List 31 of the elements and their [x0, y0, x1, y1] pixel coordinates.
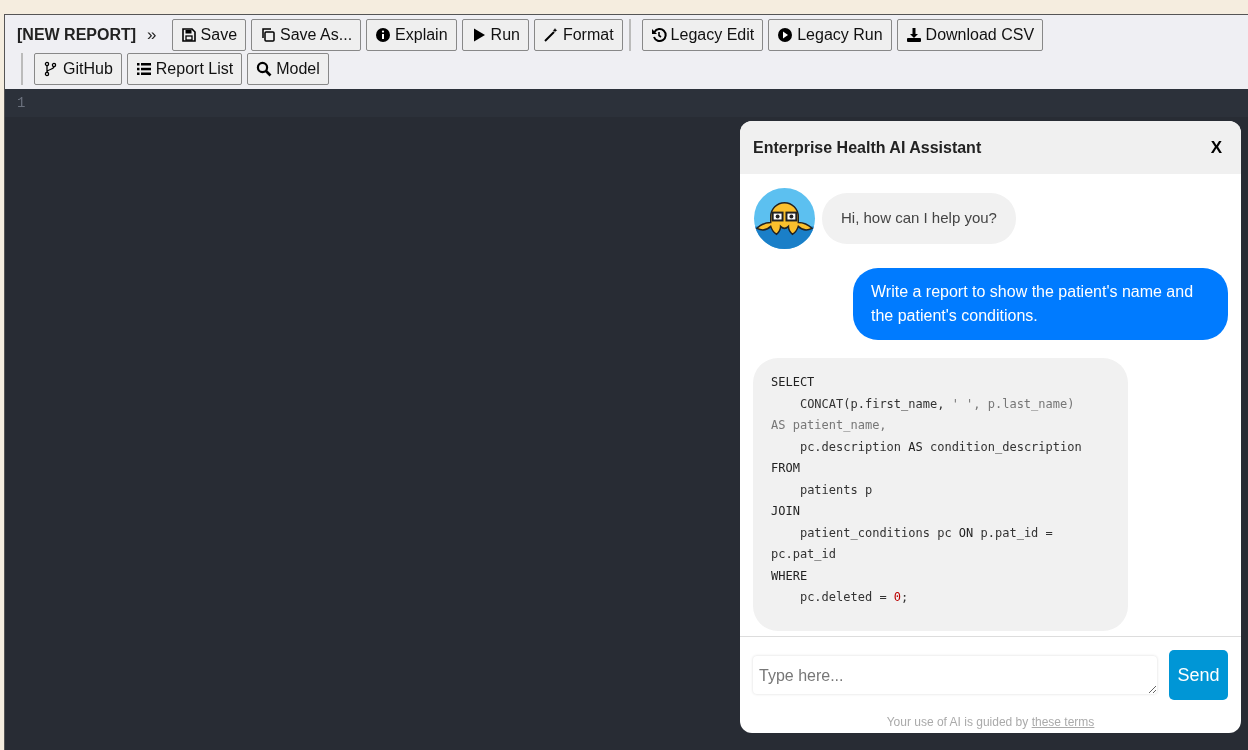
toolbar-button[interactable]: Run	[461, 18, 529, 51]
close-button[interactable]: X	[1204, 134, 1228, 161]
chat-title: Enterprise Health AI Assistant	[753, 137, 982, 158]
octopus-avatar-icon	[753, 187, 816, 250]
toolbar-button[interactable]: Explain	[366, 18, 457, 51]
toolbar-button[interactable]: Save As...	[251, 18, 362, 51]
download-icon	[905, 26, 922, 43]
toolbar-button[interactable]: Report List	[126, 52, 243, 85]
assistant-message: Hi, how can I help you?	[822, 193, 1016, 244]
sql-code-block: SELECT CONCAT(p.first_name, ' ', p.last_name) AS patient_name, pc.description AS condition_description FROM patients p JOIN patient_conditions pc ON p.pat_id = pc.pat_id WHERE pc.deleted = 0;	[753, 358, 1128, 631]
terms-notice: Your use of AI is guided by	[886, 715, 1029, 729]
line-number: 1	[17, 93, 26, 113]
report-title: [NEW REPORT]	[17, 24, 137, 45]
message-input[interactable]: Type here...	[753, 656, 1157, 694]
toolbar-button[interactable]: Download CSV	[896, 18, 1044, 51]
toolbar-button[interactable]: Save	[171, 18, 247, 51]
user-message: Write a report to show the patient's name and the patient's conditions.	[853, 268, 1228, 340]
branch-icon	[43, 60, 59, 77]
copy-icon	[260, 26, 277, 43]
history-icon	[650, 26, 667, 43]
toolbar-button[interactable]: Legacy Run	[768, 18, 892, 51]
list-icon	[135, 60, 152, 77]
search-icon	[256, 60, 273, 77]
toolbar-button[interactable]: Model	[247, 52, 329, 85]
toolbar-button[interactable]: Legacy Edit	[641, 18, 764, 51]
toolbar-button[interactable]: GitHub	[34, 52, 122, 85]
toolbar-button[interactable]: Format	[533, 18, 623, 51]
chevron-icon: »	[147, 21, 157, 48]
play-circle-icon	[777, 26, 794, 43]
info-icon	[375, 26, 392, 43]
magic-wand-icon	[542, 26, 559, 43]
